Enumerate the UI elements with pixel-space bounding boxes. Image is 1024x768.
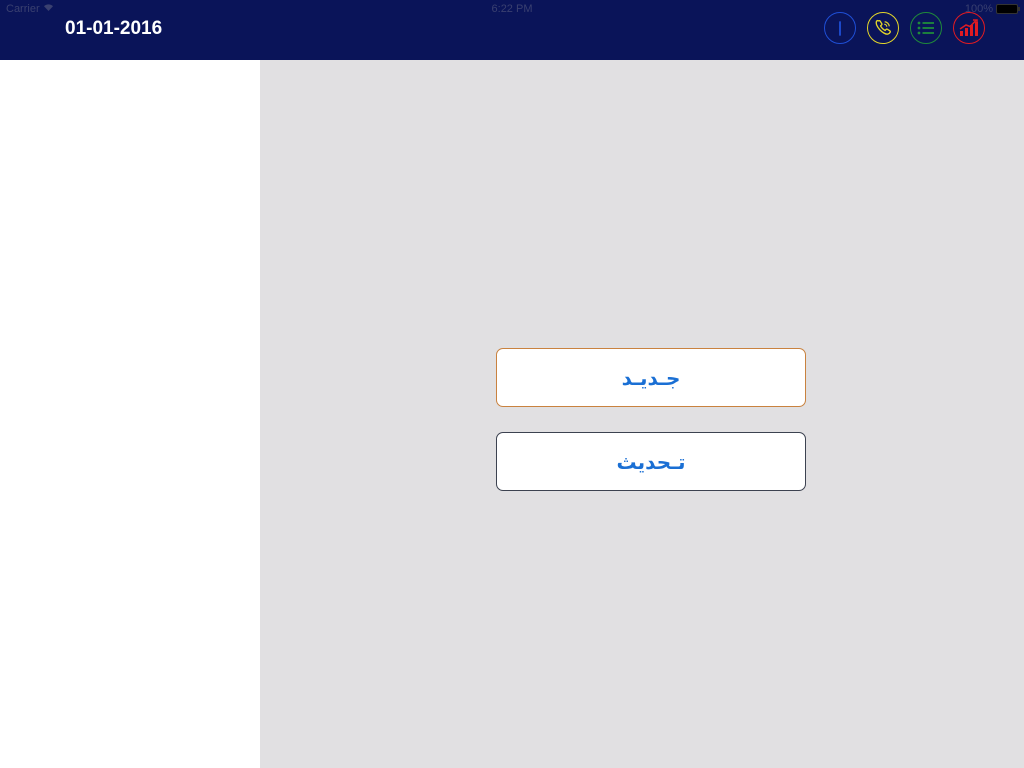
chart-icon (959, 19, 979, 37)
carrier-label: Carrier (6, 3, 40, 15)
main-content-area (260, 60, 1024, 768)
new-button[interactable]: جـديـد (496, 348, 806, 407)
top-navigation-bar: Carrier 6:22 PM 100% 01-01-2016 (0, 0, 1024, 60)
list-icon (917, 21, 935, 35)
list-button[interactable] (910, 12, 942, 44)
phone-icon (873, 18, 893, 38)
info-icon (832, 18, 848, 38)
info-button[interactable] (824, 12, 856, 44)
date-label: 01-01-2016 (65, 18, 163, 39)
status-time: 6:22 PM (491, 3, 533, 15)
update-button[interactable]: تـحديث (496, 432, 806, 491)
side-panel (0, 60, 260, 768)
call-button[interactable] (867, 12, 899, 44)
battery-icon (996, 4, 1020, 14)
statistics-button[interactable] (953, 12, 985, 44)
wifi-icon (43, 3, 54, 15)
status-carrier: Carrier (6, 3, 54, 15)
